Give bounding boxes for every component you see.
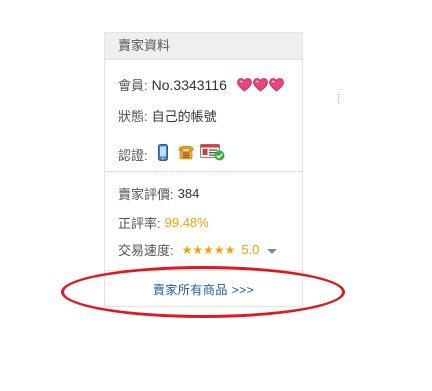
heart-icon xyxy=(253,77,268,92)
footer-divider xyxy=(105,270,302,271)
all-products-link[interactable]: 賣家所有商品 >>> xyxy=(105,281,302,298)
scroll-indicator xyxy=(338,94,340,103)
section-divider xyxy=(105,171,302,172)
seller-score-row: 賣家評價: 384 xyxy=(118,184,199,203)
panel-title: 賣家資料 xyxy=(105,33,302,60)
reputation-hearts xyxy=(237,77,284,92)
positive-rate-value: 99.48% xyxy=(164,215,209,230)
seller-info-panel: 賣家資料 會員: No.3343116 狀態: 自己的帳號 認證: 賣家評價: … xyxy=(104,32,303,307)
score-value[interactable]: 384 xyxy=(178,186,200,201)
trade-speed-label: 交易速度: xyxy=(118,243,174,258)
cert-label: 認證: xyxy=(118,147,148,163)
page: 賣家資料 會員: No.3343116 狀態: 自己的帳號 認證: 賣家評價: … xyxy=(0,0,432,391)
positive-rate-row: 正評率: 99.48% xyxy=(118,213,209,232)
status-row: 狀態: 自己的帳號 xyxy=(118,106,217,125)
certification-row: 認證: xyxy=(118,144,225,164)
status-label: 狀態: xyxy=(118,109,148,124)
trade-speed-row: 交易速度: ★★★★★ 5.0 xyxy=(118,240,277,259)
heart-icon xyxy=(269,77,284,92)
status-value: 自己的帳號 xyxy=(151,109,217,124)
score-label: 賣家評價: xyxy=(118,187,174,202)
trade-speed-value: 5.0 xyxy=(241,242,260,257)
positive-rate-label: 正評率: xyxy=(118,216,161,231)
mobile-phone-icon[interactable] xyxy=(157,144,168,164)
star-rating: ★★★★★ xyxy=(181,242,236,257)
member-row: 會員: No.3343116 xyxy=(118,75,284,94)
id-card-verified-icon[interactable] xyxy=(199,144,225,164)
chevron-down-icon[interactable] xyxy=(266,248,277,254)
member-number[interactable]: No.3343116 xyxy=(152,77,227,93)
heart-icon xyxy=(237,77,252,92)
telephone-icon[interactable] xyxy=(178,145,194,163)
member-label: 會員: xyxy=(118,78,148,93)
